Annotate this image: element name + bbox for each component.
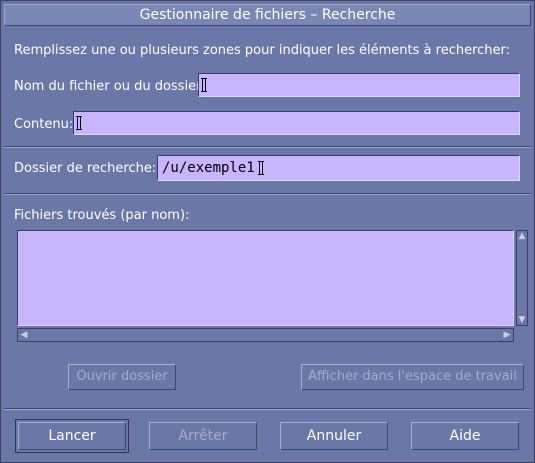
show-in-workspace-button[interactable]: Afficher dans l'espace de travail <box>301 364 524 390</box>
vertical-scrollbar[interactable]: ▲ ▼ <box>516 230 528 326</box>
search-folder-value: /u/exemple1 <box>162 160 255 176</box>
search-dialog: Gestionnaire de fichiers – Recherche Rem… <box>0 0 535 463</box>
text-cursor-icon <box>258 161 264 175</box>
separator <box>4 408 531 410</box>
scroll-up-icon[interactable]: ▲ <box>517 231 527 241</box>
cancel-button[interactable]: Annuler <box>280 422 388 450</box>
results-label: Fichiers trouvés (par nom): <box>14 208 190 223</box>
results-list[interactable] <box>17 230 514 326</box>
scroll-down-icon[interactable]: ▼ <box>517 315 527 325</box>
separator <box>4 146 531 148</box>
window-title[interactable]: Gestionnaire de fichiers – Recherche <box>4 4 531 26</box>
search-folder-input[interactable]: /u/exemple1 <box>157 155 520 181</box>
start-button[interactable]: Lancer <box>15 419 129 453</box>
open-folder-button[interactable]: Ouvrir dossier <box>68 364 176 390</box>
name-input[interactable] <box>198 73 520 97</box>
scroll-right-icon[interactable]: ▶ <box>502 330 512 340</box>
folder-label: Dossier de recherche: <box>14 161 157 176</box>
horizontal-scrollbar[interactable]: ◀ ▶ <box>17 328 514 342</box>
stop-button[interactable]: Arrêter <box>149 422 257 450</box>
separator <box>4 193 531 195</box>
scroll-left-icon[interactable]: ◀ <box>19 330 29 340</box>
text-cursor-icon <box>76 116 82 130</box>
content-input[interactable] <box>73 111 520 135</box>
name-label: Nom du fichier ou du dossier: <box>14 79 206 94</box>
text-cursor-icon <box>201 78 207 92</box>
content-label: Contenu: <box>14 117 74 132</box>
help-button[interactable]: Aide <box>411 422 519 450</box>
instructions-text: Remplissez une ou plusieurs zones pour i… <box>14 43 511 58</box>
